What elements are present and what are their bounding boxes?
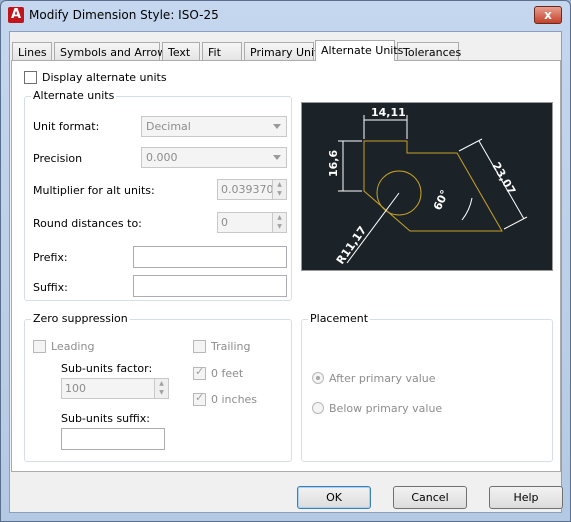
dimension-right-text: 23,07 — [489, 160, 518, 197]
display-alternate-units-checkbox[interactable] — [24, 71, 37, 84]
dimension-angle-text: 60° — [431, 188, 452, 212]
subunits-suffix-input[interactable] — [61, 428, 165, 450]
autocad-app-icon: A — [8, 7, 24, 23]
leading-checkbox[interactable] — [33, 340, 46, 353]
chevron-down-icon — [273, 124, 281, 129]
zero-inches-checkbox[interactable]: ✓ — [193, 391, 206, 406]
zero-suppression-group: Zero suppression Leading Sub-units facto… — [24, 312, 292, 462]
part-outline — [363, 140, 503, 232]
zero-inches-label: 0 inches — [211, 393, 258, 406]
tab-alternate-units[interactable]: Alternate Units — [315, 40, 403, 61]
spin-down-icon[interactable]: ▼ — [273, 189, 286, 198]
trailing-label: Trailing — [211, 340, 251, 353]
precision-label: Precision — [33, 152, 83, 165]
leading-label: Leading — [51, 340, 95, 353]
alternate-units-group-label: Alternate units — [31, 89, 117, 102]
zero-feet-label: 0 feet — [211, 367, 244, 380]
below-primary-radio[interactable] — [312, 402, 324, 414]
spin-up-icon[interactable]: ▲ — [273, 180, 286, 189]
dialog-client: Lines Symbols and Arrows Text Fit Primar… — [9, 31, 563, 513]
tab-symbols-and-arrows[interactable]: Symbols and Arrows — [54, 42, 172, 61]
help-button[interactable]: Help — [489, 486, 563, 509]
multiplier-label: Multiplier for alt units: — [33, 184, 155, 197]
unit-format-select[interactable]: Decimal — [141, 116, 287, 137]
tab-text[interactable]: Text — [162, 42, 200, 61]
tab-tolerances[interactable]: Tolerances — [397, 42, 461, 61]
alternate-units-group: Alternate units Unit format: Decimal Pre… — [24, 89, 292, 301]
checkmark-icon: ✓ — [195, 365, 205, 378]
spinner-buttons[interactable]: ▲ ▼ — [272, 180, 286, 199]
tab-lines[interactable]: Lines — [12, 42, 52, 61]
dimension-lines — [338, 115, 528, 264]
tab-fit[interactable]: Fit — [202, 42, 242, 61]
spin-down-icon[interactable]: ▼ — [273, 222, 286, 231]
prefix-input[interactable] — [133, 246, 287, 268]
subunits-factor-label: Sub-units factor: — [61, 362, 153, 375]
zero-suppression-group-label: Zero suppression — [31, 312, 130, 325]
spin-up-icon[interactable]: ▲ — [273, 213, 286, 222]
spin-down-icon[interactable]: ▼ — [155, 388, 168, 397]
subunits-factor-spinner[interactable]: 100 ▲ ▼ — [61, 378, 169, 399]
dialog-window: A Modify Dimension Style: ISO-25 x Lines… — [0, 0, 571, 522]
alternate-units-panel: Display alternate units Alternate units … — [11, 60, 561, 472]
trailing-checkbox[interactable] — [193, 340, 206, 353]
close-button[interactable]: x — [534, 6, 562, 24]
window-title: Modify Dimension Style: ISO-25 — [29, 8, 219, 22]
round-distances-value: 0 — [221, 216, 228, 229]
dimension-radius-text: R11,17 — [334, 224, 369, 267]
precision-select[interactable]: 0.000 — [141, 147, 287, 168]
display-alternate-units-label: Display alternate units — [42, 71, 167, 84]
multiplier-spinner[interactable]: 0.0393700 ▲ ▼ — [217, 179, 287, 200]
chevron-down-icon — [273, 155, 281, 160]
checkmark-icon: ✓ — [195, 391, 205, 404]
unit-format-label: Unit format: — [33, 120, 100, 133]
unit-format-value: Decimal — [146, 120, 191, 133]
cancel-button[interactable]: Cancel — [393, 486, 467, 509]
suffix-label: Suffix: — [33, 281, 68, 294]
preview-part-outline — [363, 140, 503, 232]
placement-group: Placement After primary value Below prim… — [301, 312, 553, 462]
spinner-buttons[interactable]: ▲ ▼ — [154, 379, 168, 398]
dimension-top-text: 14,11 — [371, 106, 406, 119]
below-primary-label: Below primary value — [329, 402, 443, 415]
suffix-input[interactable] — [133, 275, 287, 297]
round-distances-spinner[interactable]: 0 ▲ ▼ — [217, 212, 287, 233]
subunits-suffix-label: Sub-units suffix: — [61, 412, 150, 425]
preview-drawing: 14,11 16,6 23,07 60° R11,17 — [327, 106, 528, 267]
tab-primary-units[interactable]: Primary Units — [244, 42, 324, 61]
placement-group-label: Placement — [308, 312, 371, 325]
ok-button[interactable]: OK — [297, 486, 371, 509]
subunits-factor-value: 100 — [65, 382, 86, 395]
spinner-buttons[interactable]: ▲ ▼ — [272, 213, 286, 232]
zero-feet-checkbox[interactable]: ✓ — [193, 365, 206, 380]
spin-up-icon[interactable]: ▲ — [155, 379, 168, 388]
dimension-left-text: 16,6 — [327, 150, 340, 177]
radio-selected-dot — [316, 376, 320, 380]
precision-value: 0.000 — [146, 151, 178, 164]
prefix-label: Prefix: — [33, 251, 68, 264]
dimension-preview: 14,11 16,6 23,07 60° R11,17 — [301, 102, 553, 271]
title-bar[interactable]: A Modify Dimension Style: ISO-25 x — [1, 1, 570, 31]
after-primary-radio[interactable] — [312, 372, 324, 384]
after-primary-label: After primary value — [329, 372, 436, 385]
round-distances-label: Round distances to: — [33, 217, 142, 230]
